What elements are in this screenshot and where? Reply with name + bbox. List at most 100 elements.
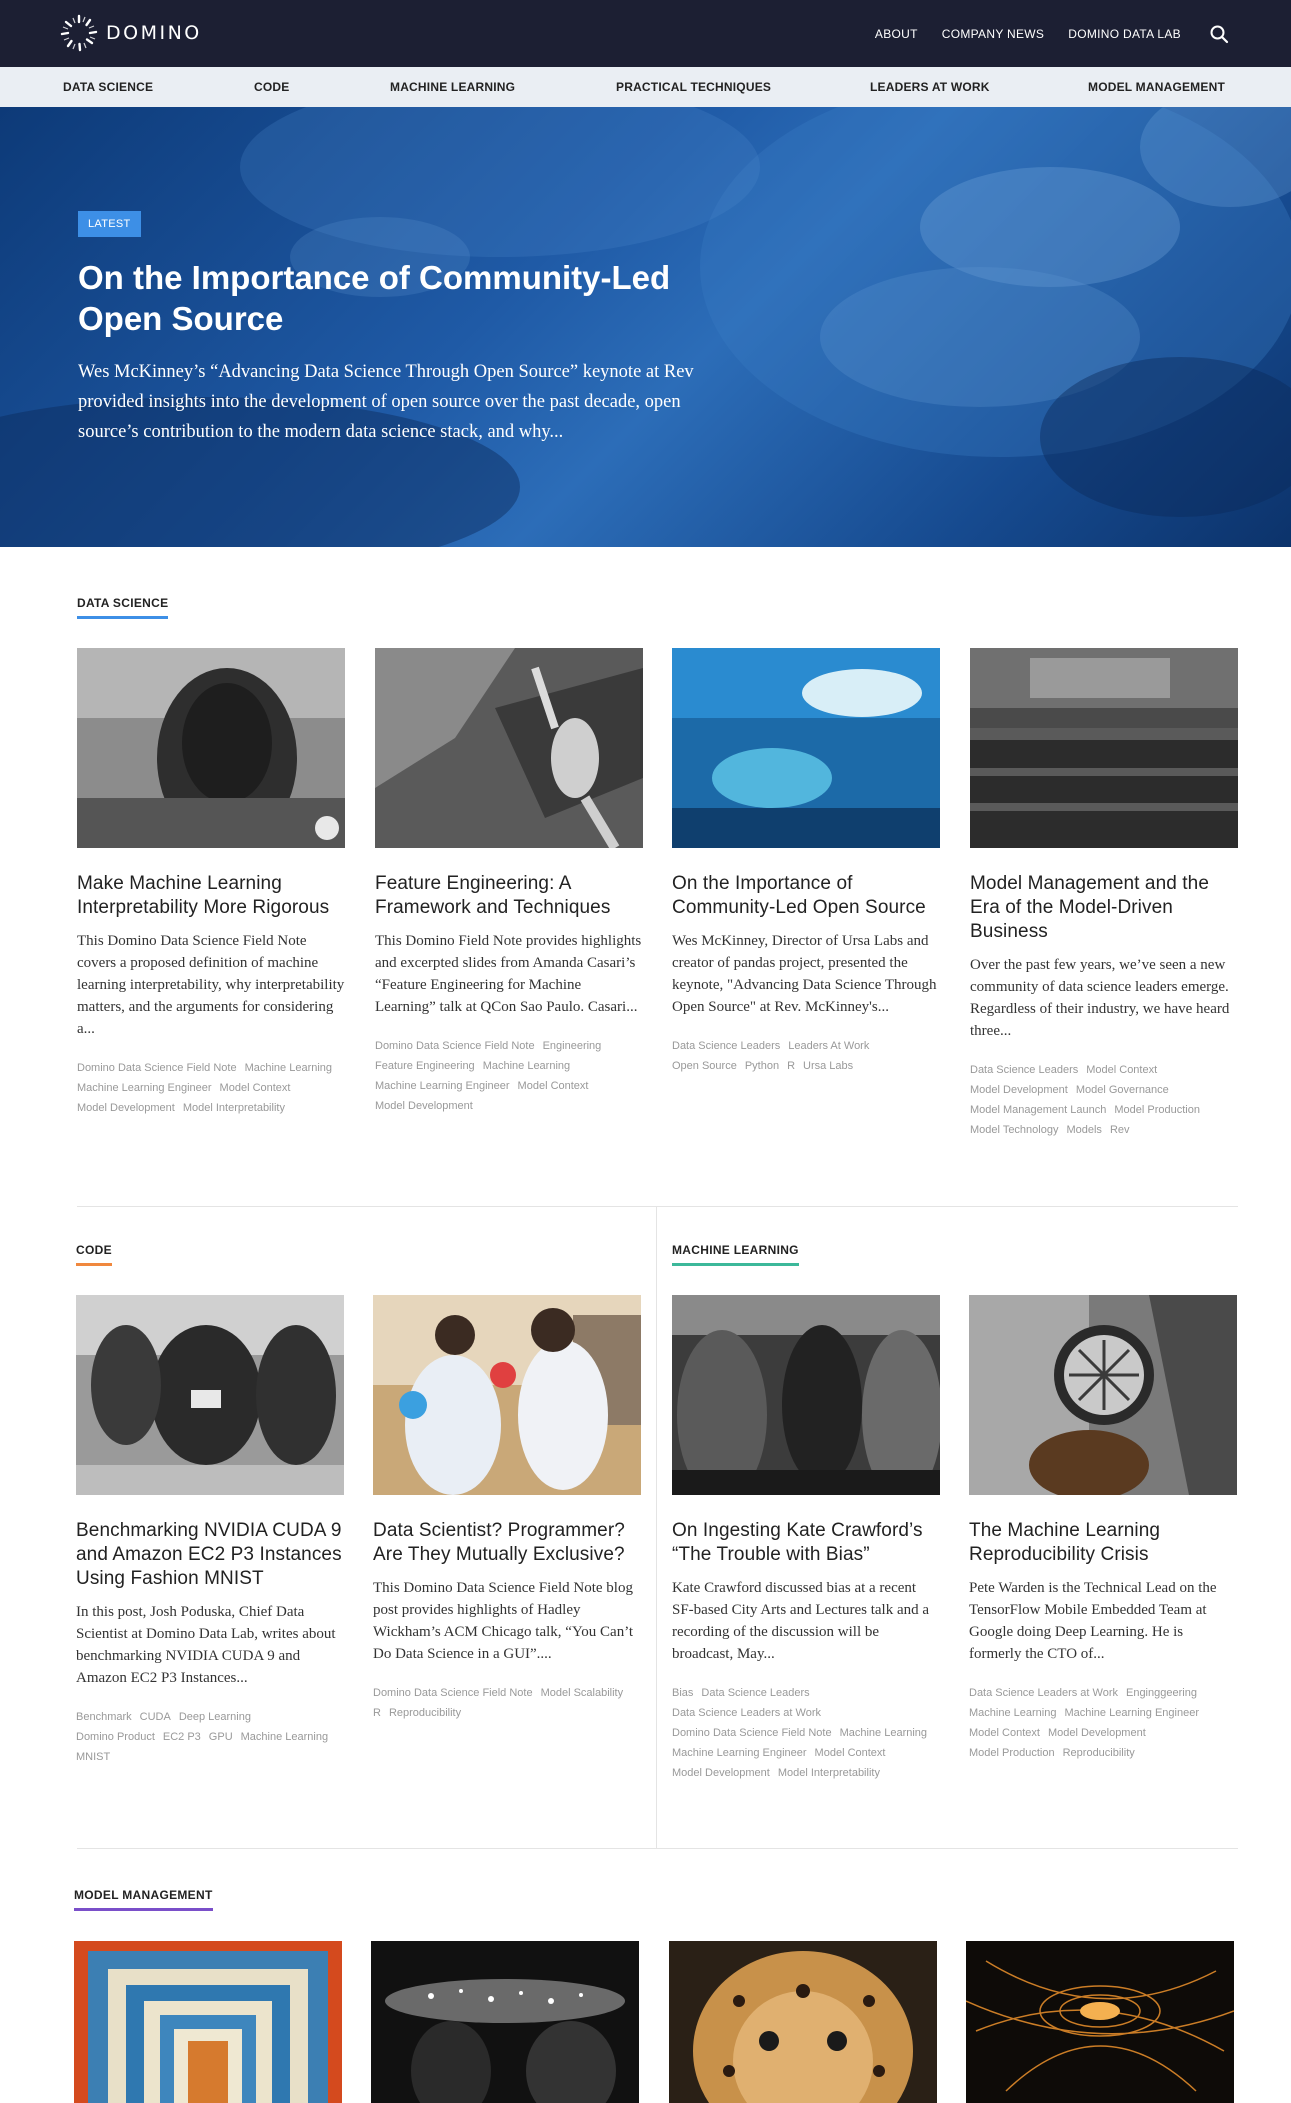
nav-domino-data-lab-link[interactable]: DOMINO DATA LAB [1068,27,1181,41]
tag-link[interactable]: Model Development [375,1096,473,1116]
article-thumbnail[interactable] [970,648,1238,848]
article-thumbnail[interactable] [375,648,643,848]
tag-link[interactable]: Domino Data Science Field Note [373,1683,533,1703]
tag-link[interactable]: Feature Engineering [375,1056,475,1076]
article-card[interactable]: The Machine Learning Reproducibility Cri… [969,1295,1237,1763]
tag-link[interactable]: Model Development [672,1763,770,1783]
tag-link[interactable]: Data Science Leaders [672,1036,780,1056]
article-title[interactable]: Data Scientist? Programmer? Are They Mut… [373,1519,641,1567]
article-thumbnail[interactable] [969,1295,1237,1495]
nav-about-link[interactable]: ABOUT [875,27,918,41]
article-thumbnail[interactable] [672,648,940,848]
nav-company-news-link[interactable]: COMPANY NEWS [942,27,1045,41]
tag-link[interactable]: Ursa Labs [803,1056,853,1076]
tag-link[interactable]: Model Interpretability [778,1763,880,1783]
tag-link[interactable]: Python [745,1056,779,1076]
tag-link[interactable]: R [787,1056,795,1076]
article-card[interactable]: Feature Engineering: A Framework and Tec… [375,648,643,1116]
tag-link[interactable]: Deep Learning [179,1707,251,1727]
category-leaders-at-work[interactable]: LEADERS AT WORK [870,80,990,94]
tag-link[interactable]: Model Context [1086,1060,1157,1080]
category-data-science[interactable]: DATA SCIENCE [63,80,153,94]
article-thumbnail[interactable] [76,1295,344,1495]
article-card[interactable]: On the Importance of Community-Led Open … [672,648,940,1076]
tag-link[interactable]: Model Context [518,1076,589,1096]
article-thumbnail[interactable] [373,1295,641,1495]
section-label-data-science[interactable]: DATA SCIENCE [77,596,169,619]
tag-link[interactable]: Machine Learning [840,1723,927,1743]
article-thumbnail[interactable] [672,1295,940,1495]
tag-link[interactable]: Domino Data Science Field Note [672,1723,832,1743]
article-title[interactable]: Make Machine Learning Interpretability M… [77,872,345,920]
tag-link[interactable]: Models [1066,1120,1101,1140]
tag-link[interactable]: MNIST [76,1747,110,1767]
article-title[interactable]: On Ingesting Kate Crawford’s “The Troubl… [672,1519,940,1567]
article-card[interactable]: Make Machine Learning Interpretability M… [77,648,345,1118]
tag-link[interactable]: Data Science Leaders [701,1683,809,1703]
tag-link[interactable]: Open Source [672,1056,737,1076]
domino-logo[interactable]: DOMINO [58,12,202,54]
tag-link[interactable]: Model Context [815,1743,886,1763]
tag-link[interactable]: Data Science Leaders at Work [969,1683,1118,1703]
tag-link[interactable]: Machine Learning [245,1058,332,1078]
tag-link[interactable]: Enginggeering [1126,1683,1197,1703]
category-practical-techniques[interactable]: PRACTICAL TECHNIQUES [616,80,771,94]
tag-link[interactable]: Model Technology [970,1120,1058,1140]
tag-link[interactable]: Model Development [77,1098,175,1118]
tag-link[interactable]: Model Management Launch [970,1100,1106,1120]
article-card[interactable]: Data Scientist? Programmer? Are They Mut… [373,1295,641,1723]
category-machine-learning[interactable]: MACHINE LEARNING [390,80,515,94]
article-title[interactable]: Feature Engineering: A Framework and Tec… [375,872,643,920]
tag-link[interactable]: Engineering [543,1036,602,1056]
tag-link[interactable]: Reproducibility [389,1703,461,1723]
tag-link[interactable]: R [373,1703,381,1723]
hero-title[interactable]: On the Importance of Community-Led Open … [78,257,738,339]
article-thumbnail[interactable] [77,648,345,848]
search-icon[interactable] [1209,24,1229,44]
article-card[interactable]: Model Management and the Era of the Mode… [970,648,1238,1140]
article-thumbnail[interactable] [966,1941,1234,2103]
hero-banner[interactable]: LATEST On the Importance of Community-Le… [0,107,1291,547]
tag-link[interactable]: EC2 P3 [163,1727,201,1747]
tag-link[interactable]: Bias [672,1683,693,1703]
tag-link[interactable]: Machine Learning [241,1727,328,1747]
tag-link[interactable]: Data Science Leaders [970,1060,1078,1080]
section-label-model-management[interactable]: MODEL MANAGEMENT [74,1888,213,1911]
tag-link[interactable]: Model Development [970,1080,1068,1100]
article-title[interactable]: Model Management and the Era of the Mode… [970,872,1238,944]
tag-link[interactable]: Model Production [1114,1100,1200,1120]
article-title[interactable]: The Machine Learning Reproducibility Cri… [969,1519,1237,1567]
tag-link[interactable]: Machine Learning Engineer [1064,1703,1199,1723]
tag-link[interactable]: Machine Learning [483,1056,570,1076]
tag-link[interactable]: Model Context [220,1078,291,1098]
tag-link[interactable]: Model Development [1048,1723,1146,1743]
article-title[interactable]: Benchmarking NVIDIA CUDA 9 and Amazon EC… [76,1519,344,1591]
tag-link[interactable]: Machine Learning Engineer [375,1076,510,1096]
tag-link[interactable]: Domino Data Science Field Note [375,1036,535,1056]
tag-link[interactable]: Model Scalability [541,1683,624,1703]
tag-link[interactable]: Machine Learning Engineer [77,1078,212,1098]
tag-link[interactable]: Benchmark [76,1707,132,1727]
tag-link[interactable]: Domino Product [76,1727,155,1747]
tag-link[interactable]: Leaders At Work [788,1036,869,1056]
tag-link[interactable]: Model Production [969,1743,1055,1763]
article-thumbnail[interactable] [74,1941,342,2103]
tag-link[interactable]: Machine Learning Engineer [672,1743,807,1763]
tag-link[interactable]: Rev [1110,1120,1130,1140]
tag-link[interactable]: Model Interpretability [183,1098,285,1118]
tag-link[interactable]: Model Governance [1076,1080,1169,1100]
tag-link[interactable]: Data Science Leaders at Work [672,1703,821,1723]
tag-link[interactable]: Model Context [969,1723,1040,1743]
tag-link[interactable]: Machine Learning [969,1703,1056,1723]
category-code[interactable]: CODE [254,80,289,94]
category-model-management[interactable]: MODEL MANAGEMENT [1088,80,1225,94]
tag-link[interactable]: Reproducibility [1063,1743,1135,1763]
tag-link[interactable]: GPU [209,1727,233,1747]
section-label-code[interactable]: CODE [76,1243,112,1266]
section-label-machine-learning[interactable]: MACHINE LEARNING [672,1243,799,1266]
article-card[interactable]: Benchmarking NVIDIA CUDA 9 and Amazon EC… [76,1295,344,1767]
article-thumbnail[interactable] [669,1941,937,2103]
tag-link[interactable]: CUDA [140,1707,171,1727]
article-card[interactable]: On Ingesting Kate Crawford’s “The Troubl… [672,1295,940,1783]
tag-link[interactable]: Domino Data Science Field Note [77,1058,237,1078]
